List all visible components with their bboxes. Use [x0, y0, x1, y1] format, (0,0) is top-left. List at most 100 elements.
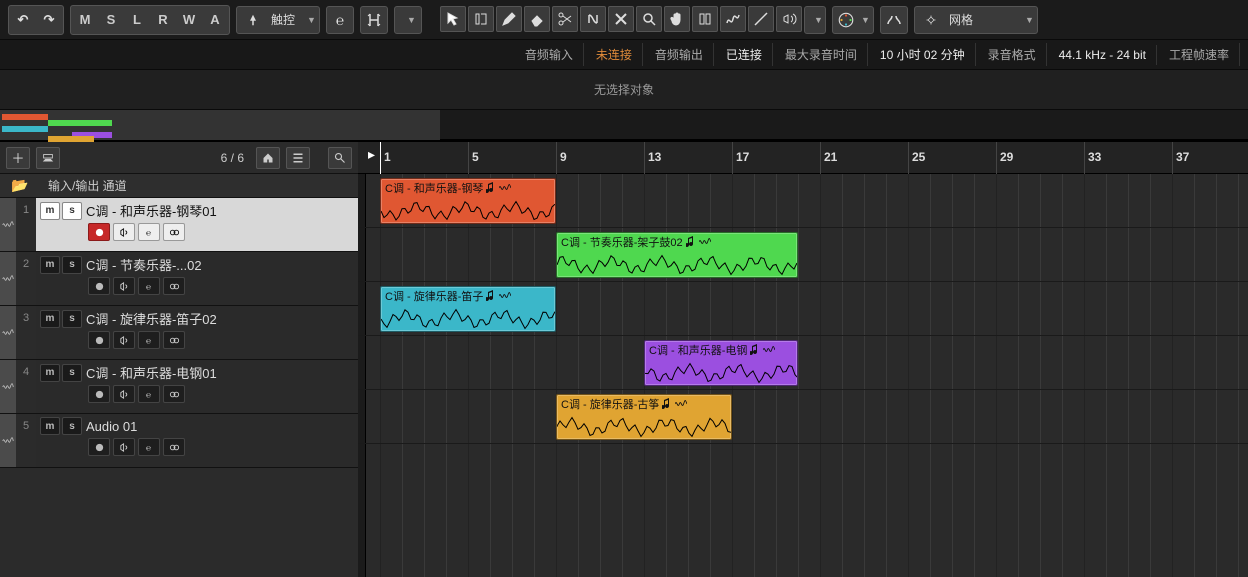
freeze-button[interactable] [163, 223, 185, 241]
state-button-r[interactable]: R [151, 8, 175, 32]
e-button[interactable]: ℮ [326, 6, 354, 34]
track-row[interactable]: 3msC调 - 旋律乐器-笛子02 ℮ [0, 306, 358, 360]
warp-tool-icon[interactable] [720, 6, 746, 32]
solo-button[interactable]: s [62, 310, 82, 328]
track-type-icon [0, 252, 16, 305]
audio-clip[interactable]: C调 - 旋律乐器-古筝 [556, 394, 732, 440]
hand-tool-icon[interactable] [664, 6, 690, 32]
freeze-button[interactable] [163, 277, 185, 295]
snap-button[interactable] [880, 6, 908, 34]
mute-button[interactable]: m [40, 256, 60, 274]
track-row[interactable]: 4msC调 - 和声乐器-电钢01℮ [0, 360, 358, 414]
solo-button[interactable]: s [62, 256, 82, 274]
track-name[interactable]: C调 - 旋律乐器-笛子02 [86, 309, 354, 328]
audio-in-value[interactable]: 未连接 [586, 43, 643, 66]
state-button-w[interactable]: W [177, 8, 201, 32]
record-enable-button[interactable] [88, 385, 110, 403]
solo-button[interactable]: s [62, 417, 82, 435]
freeze-button[interactable] [163, 331, 185, 349]
edit-channel-button[interactable]: ℮ [138, 385, 160, 403]
mute-button[interactable]: m [40, 417, 60, 435]
erase-tool-icon[interactable] [524, 6, 550, 32]
grid: C调 - 和声乐器-钢琴 C调 - 节奏乐器-架子鼓02 C调 - 旋律乐器-笛… [358, 174, 1248, 577]
monitor-button[interactable] [113, 331, 135, 349]
constrain-button[interactable] [360, 6, 388, 34]
clip-title: C调 - 节奏乐器-架子鼓02 [557, 233, 797, 251]
split-tool-icon[interactable] [552, 6, 578, 32]
record-enable-button[interactable] [88, 277, 110, 295]
edit-channel-button[interactable]: ℮ [138, 223, 160, 241]
monitor-button[interactable] [113, 223, 135, 241]
color-select[interactable]: ▼ [832, 6, 874, 34]
status-bar: 音频输入 未连接 音频输出 已连接 最大录音时间 10 小时 02 分钟 录音格… [0, 40, 1248, 70]
list-button[interactable] [286, 147, 310, 169]
mute-button[interactable]: m [40, 202, 60, 220]
mini-wave-icon [763, 345, 775, 355]
track-preset-button[interactable] [36, 147, 60, 169]
audio-clip[interactable]: C调 - 和声乐器-电钢 [644, 340, 798, 386]
edit-channel-button[interactable]: ℮ [138, 438, 160, 456]
state-button-l[interactable]: L [125, 8, 149, 32]
svg-text:℮: ℮ [145, 228, 150, 237]
playhead-marker-icon[interactable]: ▸ [368, 146, 375, 163]
dropdown-arrow-icon: ▼ [301, 15, 315, 25]
state-button-m[interactable]: M [73, 8, 97, 32]
mute-button[interactable]: m [40, 364, 60, 382]
track-name[interactable]: C调 - 节奏乐器-...02 [86, 255, 354, 274]
tools-dropdown[interactable]: ▼ [804, 6, 826, 34]
track-row[interactable]: 2msC调 - 节奏乐器-...02℮ [0, 252, 358, 306]
ruler[interactable]: ▸ 15913172125293337 [358, 142, 1248, 174]
freeze-button[interactable] [163, 385, 185, 403]
search-button[interactable] [328, 147, 352, 169]
add-track-button[interactable]: ＋ [6, 147, 30, 169]
record-enable-button[interactable] [88, 331, 110, 349]
edit-channel-button[interactable]: ℮ [138, 277, 160, 295]
rec-fmt-value[interactable]: 44.1 kHz - 24 bit [1049, 45, 1157, 65]
track-row[interactable]: 5ms Audio 01 ℮ [0, 414, 358, 468]
audio-clip[interactable]: C调 - 和声乐器-钢琴 [380, 178, 556, 224]
audio-clip[interactable]: C调 - 旋律乐器-笛子 [380, 286, 556, 332]
line-tool-icon[interactable] [748, 6, 774, 32]
audio-out-value[interactable]: 已连接 [716, 43, 773, 66]
monitor-button[interactable] [113, 277, 135, 295]
edit-channel-button[interactable]: ℮ [138, 331, 160, 349]
freeze-button[interactable] [163, 438, 185, 456]
io-row[interactable]: 📂 输入/输出 通道 [0, 174, 358, 198]
range-tool-icon[interactable] [468, 6, 494, 32]
track-name[interactable]: Audio 01 [86, 419, 354, 434]
svg-text:℮: ℮ [145, 443, 150, 452]
draw-tool-icon[interactable] [496, 6, 522, 32]
redo-button[interactable]: ↷ [37, 8, 61, 32]
play-tool-icon[interactable] [776, 6, 802, 32]
zoom-tool-icon[interactable] [636, 6, 662, 32]
record-enable-button[interactable] [88, 223, 110, 241]
solo-button[interactable]: s [62, 364, 82, 382]
overview-region[interactable] [0, 110, 440, 140]
small-dropdown[interactable]: ▼ [394, 6, 422, 34]
monitor-button[interactable] [113, 438, 135, 456]
overview[interactable] [0, 110, 1248, 140]
selection-tool-icon[interactable] [440, 6, 466, 32]
state-button-a[interactable]: A [203, 8, 227, 32]
grid-select[interactable]: 网格 ▼ [914, 6, 1038, 34]
solo-button[interactable]: s [62, 202, 82, 220]
ruler-tick-label: 1 [384, 150, 391, 164]
monitor-button[interactable] [113, 385, 135, 403]
mute-tool-icon[interactable] [608, 6, 634, 32]
glue-tool-icon[interactable] [580, 6, 606, 32]
mute-button[interactable]: m [40, 310, 60, 328]
undo-button[interactable]: ↶ [11, 8, 35, 32]
comp-tool-icon[interactable] [692, 6, 718, 32]
track-name[interactable]: C调 - 和声乐器-电钢01 [86, 363, 354, 382]
track-number: 3 [16, 306, 36, 359]
track-number: 5 [16, 414, 36, 467]
track-row[interactable]: 1msC调 - 和声乐器-钢琴01℮ [0, 198, 358, 252]
home-button[interactable] [256, 147, 280, 169]
arrange-area[interactable]: ▸ 15913172125293337 C调 - 和声乐器-钢琴 C调 - 节奏… [358, 142, 1248, 577]
record-enable-button[interactable] [88, 438, 110, 456]
track-name[interactable]: C调 - 和声乐器-钢琴01 [86, 201, 354, 220]
state-button-s[interactable]: S [99, 8, 123, 32]
touch-select[interactable]: 触控 ▼ [236, 6, 320, 34]
clip-title: C调 - 和声乐器-电钢 [645, 341, 797, 359]
audio-clip[interactable]: C调 - 节奏乐器-架子鼓02 [556, 232, 798, 278]
